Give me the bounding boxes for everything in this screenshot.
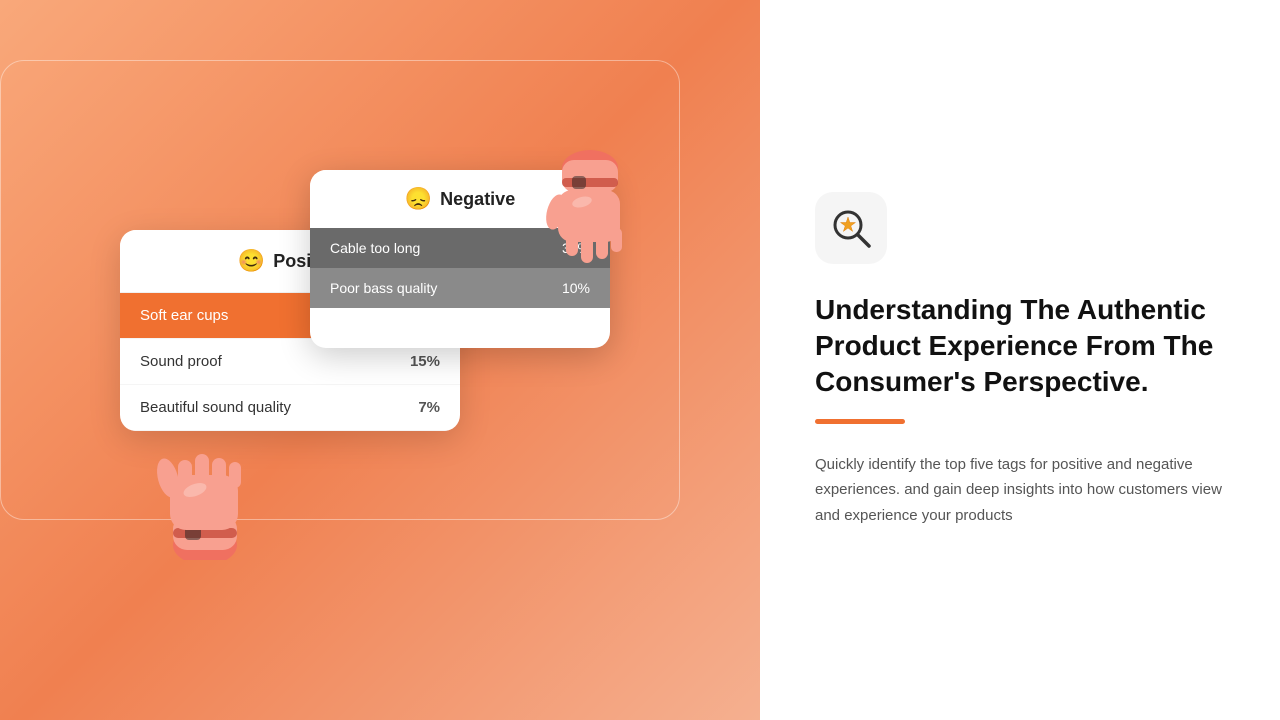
- negative-row-2-pct: 10%: [562, 280, 590, 296]
- positive-emoji: 😊: [238, 248, 265, 274]
- positive-row-3-pct: 7%: [418, 399, 440, 416]
- negative-emoji: 😞: [405, 186, 432, 212]
- left-panel: 😊 Positive Soft ear cups 30% Sound proof…: [0, 0, 760, 720]
- thumb-up-icon: [140, 420, 270, 560]
- negative-title: Negative: [440, 189, 515, 210]
- positive-row-2-pct: 15%: [410, 353, 440, 370]
- orange-divider: [815, 419, 905, 424]
- cards-area: 😊 Positive Soft ear cups 30% Sound proof…: [90, 150, 670, 570]
- negative-row-2-label: Poor bass quality: [330, 280, 437, 296]
- negative-row-3-pct: 8%: [570, 320, 590, 336]
- positive-row-3-label: Beautiful sound quality: [140, 399, 291, 416]
- positive-row-2-label: Sound proof: [140, 353, 222, 370]
- right-panel: Understanding The Authentic Product Expe…: [760, 0, 1280, 720]
- thumb-down-icon: [530, 150, 650, 280]
- negative-row-1-label: Cable too long: [330, 240, 420, 256]
- description-text: Quickly identify the top five tags for p…: [815, 452, 1225, 529]
- main-title: Understanding The Authentic Product Expe…: [815, 292, 1225, 401]
- positive-row-1-label: Soft ear cups: [140, 307, 228, 324]
- negative-row-3-label: No microphone: [330, 320, 425, 336]
- negative-row-3: No microphone 8%: [310, 308, 610, 348]
- app-icon-box: [815, 192, 887, 264]
